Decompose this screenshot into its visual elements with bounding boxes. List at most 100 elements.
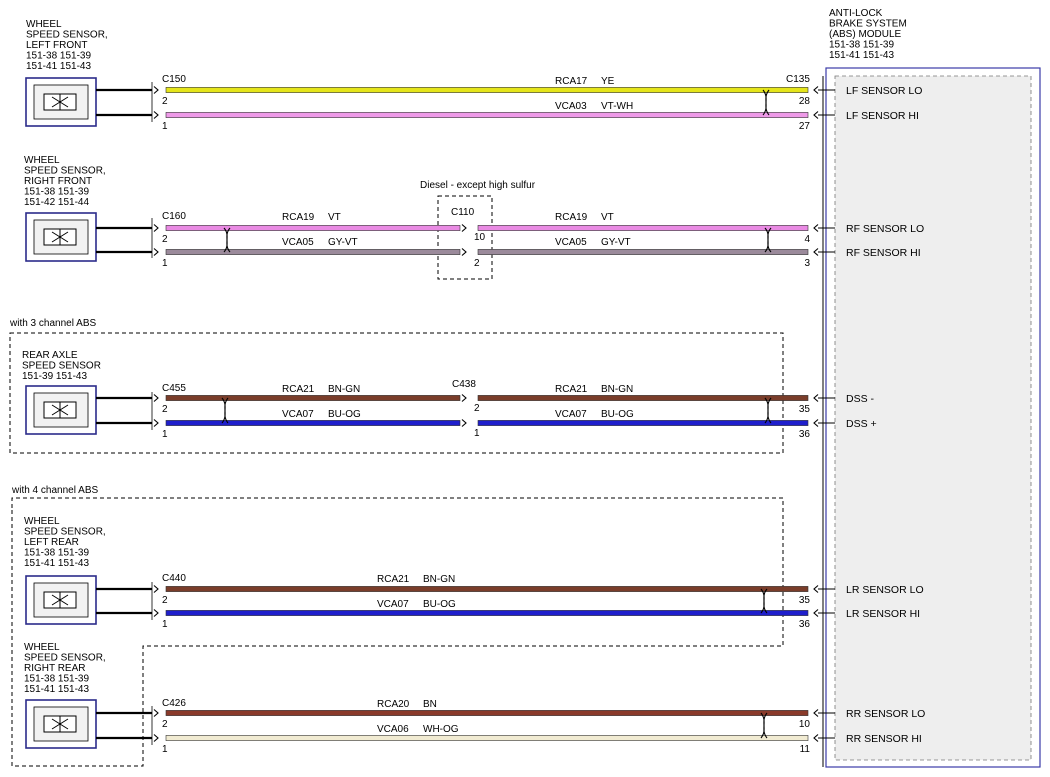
connector-c426: C426: [162, 698, 186, 709]
rf-lo-a-color: VT: [328, 212, 341, 223]
sensor-pin-number: 2: [162, 234, 168, 245]
wire-rf-hi-b: [477, 249, 809, 255]
module-signal-label: RR SENSOR LO: [846, 708, 925, 720]
module-pin-number: 27: [799, 121, 811, 132]
module-pin-chevron: [813, 419, 819, 427]
module-pin-chevron: [813, 709, 819, 717]
wire-rr-hi: [165, 735, 809, 741]
sensor-pin-number: 1: [162, 619, 168, 630]
connector-chevron: [153, 224, 159, 232]
twist-strand: [221, 397, 229, 424]
sensor-lr-label: SPEED SENSOR,: [24, 527, 106, 538]
module-signal-label: DSS +: [846, 418, 877, 430]
twisted-pair-marker: [764, 227, 772, 253]
connector-chevron: [153, 419, 159, 427]
connector-c455: C455: [162, 383, 186, 394]
connector-c110: C110: [451, 207, 475, 218]
wire-lr-hi: [165, 610, 809, 616]
module-pin-chevron: [813, 86, 819, 94]
inline-pin-number: 2: [474, 403, 480, 414]
module-pin-chevron: [813, 609, 819, 617]
rf-hi-a-color: GY-VT: [328, 237, 358, 248]
three-channel-frame: [9, 332, 784, 454]
abs-module-title-line: BRAKE SYSTEM: [829, 19, 907, 30]
module-pin-number: 28: [799, 96, 811, 107]
twist-strand: [223, 227, 231, 253]
dss-plus-b-color: BU-OG: [601, 409, 634, 420]
rf-lo-b-color: VT: [601, 212, 614, 223]
sensor-lr-label: 151-41 151-43: [24, 558, 89, 569]
sensor-lr-label: 151-38 151-39: [24, 548, 89, 559]
inline-pin-number: 2: [474, 258, 480, 269]
sensor-ra-label: 151-39 151-43: [22, 371, 87, 382]
rf-hi-b-circuit: VCA05: [555, 237, 587, 248]
module-pin-chevron: [813, 248, 819, 256]
rr-lo-circuit: RCA20: [377, 699, 410, 710]
module-pin-number: 4: [804, 234, 810, 245]
twist-strand: [760, 588, 768, 614]
sensor-pin-number: 1: [162, 121, 168, 132]
sensor-pin-number: 2: [162, 595, 168, 606]
sensor-lf-label: 151-38 151-39: [26, 51, 91, 62]
twisted-pair-marker: [760, 588, 768, 614]
sensor-ra-label: REAR AXLE: [22, 350, 78, 361]
rf-hi-a-circuit: VCA05: [282, 237, 314, 248]
connector-chevron: [153, 86, 159, 94]
module-pin-number: 36: [799, 429, 811, 440]
connector-chevron: [153, 111, 159, 119]
sensor-rf-label: SPEED SENSOR,: [24, 166, 106, 177]
lf-lo-circuit: RCA17: [555, 76, 588, 87]
twisted-pair-marker: [764, 397, 772, 424]
module-pin-chevron: [813, 111, 819, 119]
connector-chevron: [153, 585, 159, 593]
lr-lo-color: BN-GN: [423, 574, 455, 585]
module-signal-label: RF SENSOR HI: [846, 247, 921, 259]
wire-lr-lo: [165, 586, 809, 592]
connector-chevron: [153, 394, 159, 402]
module-pin-number: 11: [800, 744, 811, 755]
sensor-rr-label: RIGHT REAR: [24, 663, 86, 674]
dss-minus-a-circuit: RCA21: [282, 384, 315, 395]
wire-dss-minus-a: [165, 395, 461, 401]
connector-chevron: [153, 609, 159, 617]
sensor-lf-label: WHEEL: [26, 19, 62, 30]
rf-lo-a-circuit: RCA19: [282, 212, 315, 223]
frames-layer: [9, 67, 1041, 768]
twisted-pair-marker: [223, 227, 231, 253]
sensor-rr-label: WHEEL: [24, 642, 60, 653]
sensor-rr-label: SPEED SENSOR,: [24, 653, 106, 664]
wire-rr-lo: [165, 710, 809, 716]
rf-hi-b-color: GY-VT: [601, 237, 631, 248]
dss-minus-a-color: BN-GN: [328, 384, 360, 395]
sensor-rr-label: 151-41 151-43: [24, 684, 89, 695]
abs-module-title-line: 151-38 151-39: [829, 40, 894, 51]
abs-module-title-line: (ABS) MODULE: [829, 29, 902, 40]
inline-chevron: [461, 224, 467, 232]
connector-c160: C160: [162, 211, 186, 222]
connector-c438: C438: [452, 379, 476, 390]
connector-chevron: [153, 734, 159, 742]
connector-chevron: [153, 709, 159, 717]
twisted-pair-marker: [760, 712, 768, 739]
lf-hi-circuit: VCA03: [555, 101, 587, 112]
wire-dss-plus-b: [477, 420, 809, 426]
rr-hi-circuit: VCA06: [377, 724, 409, 735]
module-signal-label: LF SENSOR LO: [846, 85, 922, 97]
sensor-rf-label: RIGHT FRONT: [24, 176, 92, 187]
module-pin-number: 10: [799, 719, 811, 730]
connector-c440: C440: [162, 573, 186, 584]
sensor-pin-number: 2: [162, 404, 168, 415]
rf-lo-b-circuit: RCA19: [555, 212, 588, 223]
abs-module-title-line: 151-41 151-43: [829, 50, 894, 61]
lr-hi-circuit: VCA07: [377, 599, 409, 610]
wire-rf-hi-a: [165, 249, 461, 255]
module-signal-label: RF SENSOR LO: [846, 223, 924, 235]
module-pin-chevron: [813, 585, 819, 593]
wire-rf-lo-b: [477, 225, 809, 231]
connector-chevron: [153, 248, 159, 256]
sensor-lr-label: WHEEL: [24, 516, 60, 527]
sensor-lf-label: LEFT FRONT: [26, 40, 87, 51]
sensor-pin-number: 1: [162, 429, 168, 440]
module-pin-number: 3: [804, 258, 810, 269]
inline-chevron: [461, 394, 467, 402]
